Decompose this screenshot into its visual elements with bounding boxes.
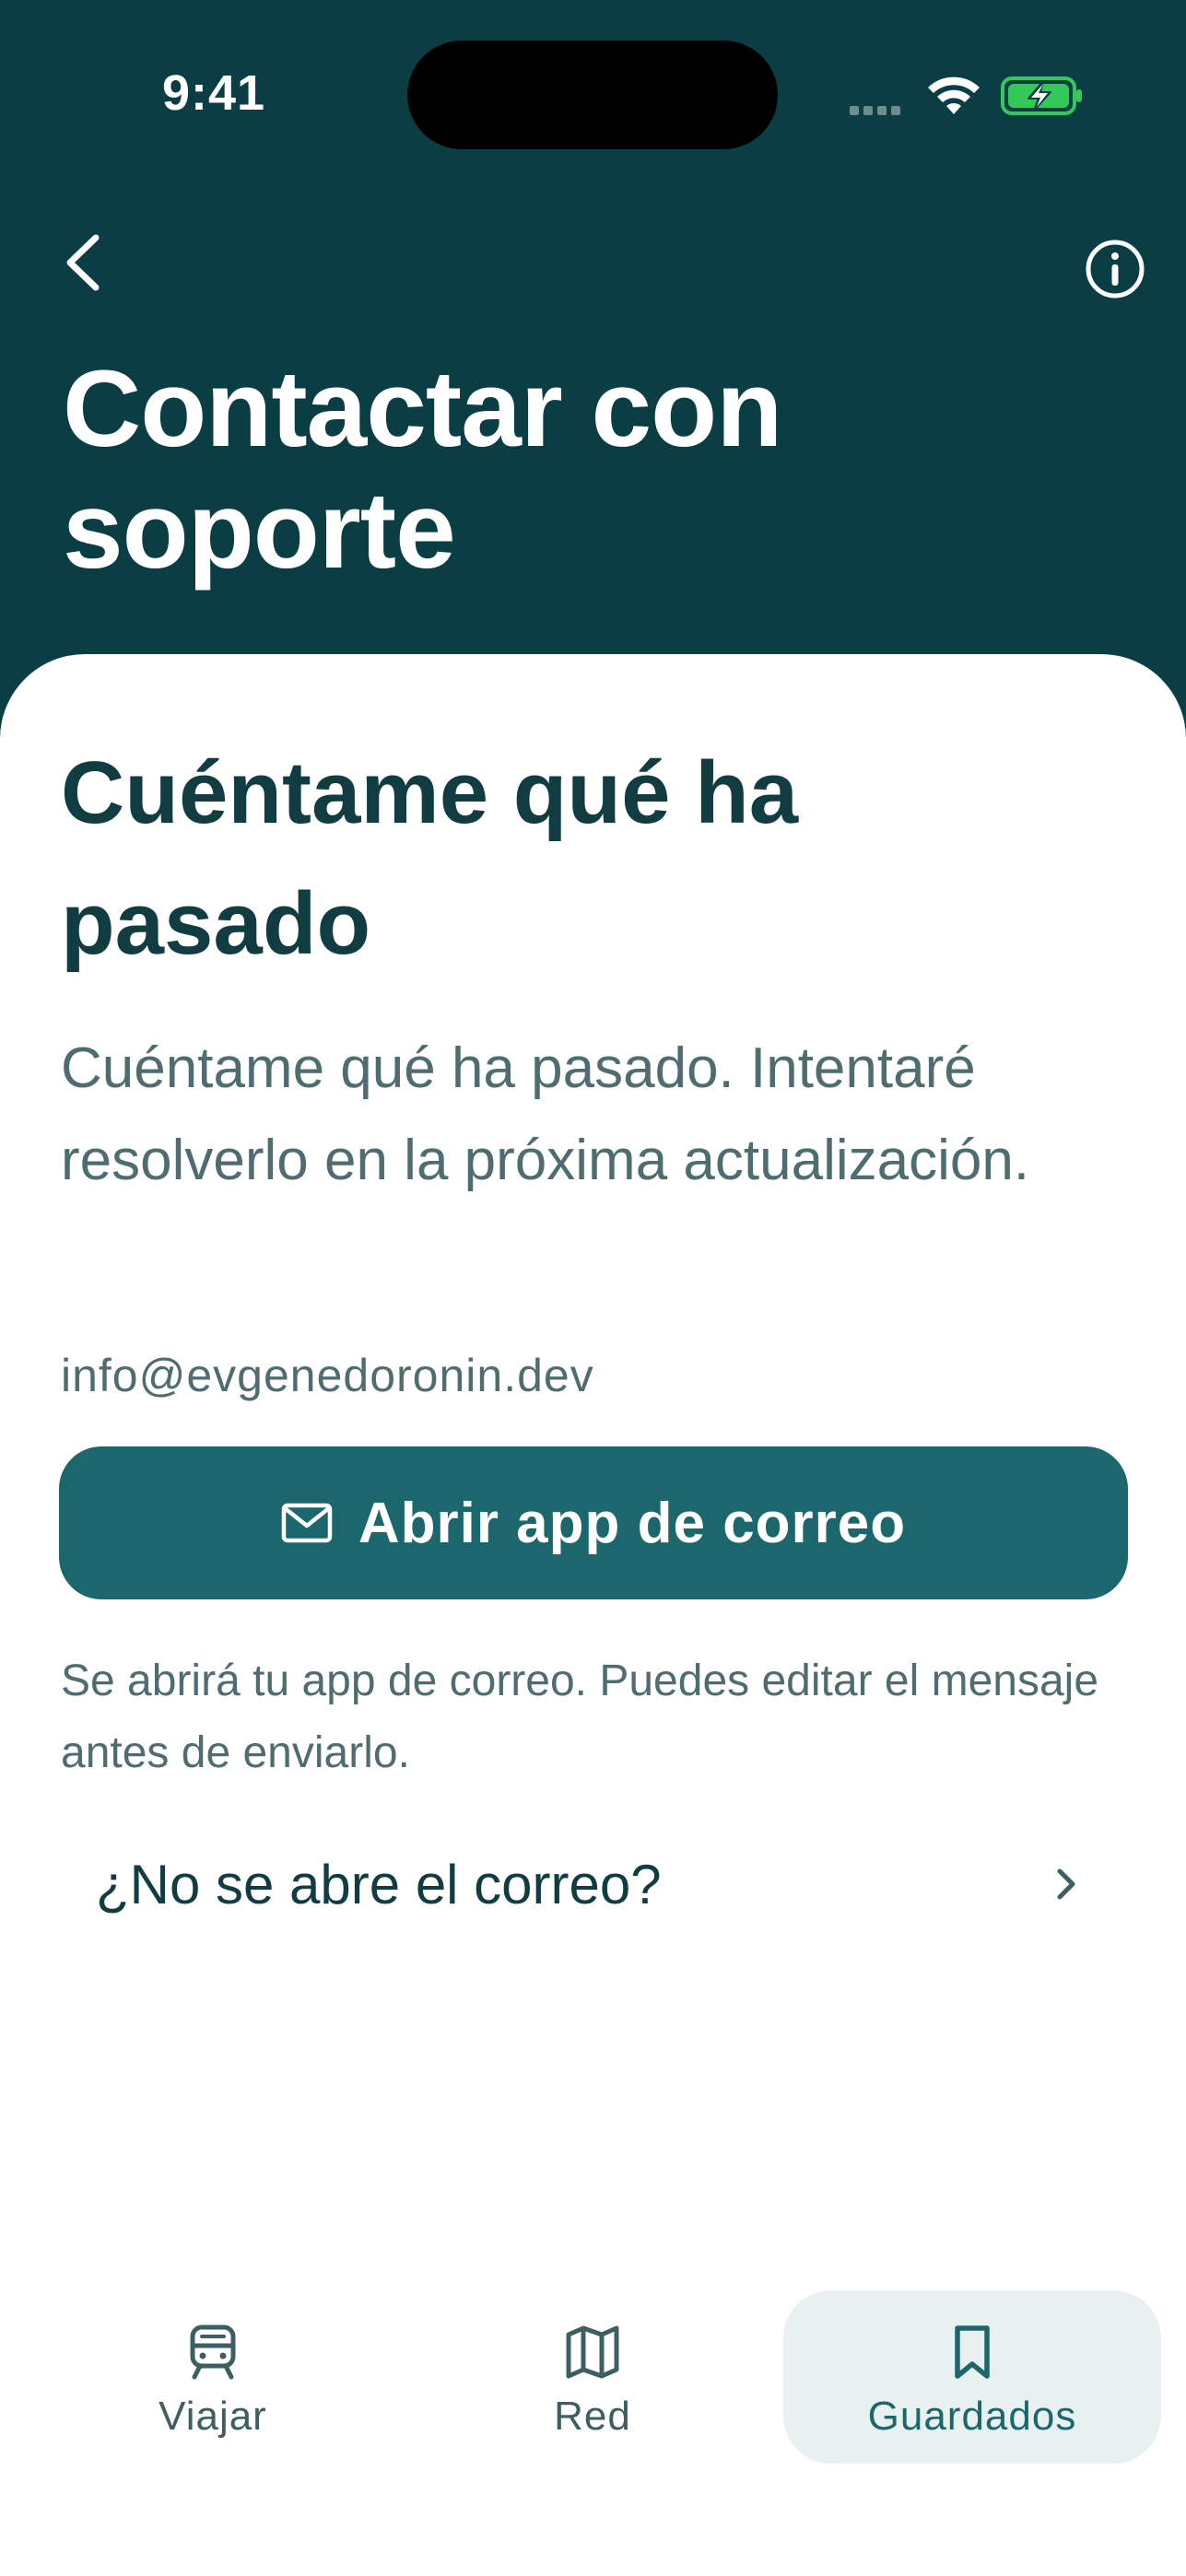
open-mail-app-label: Abrir app de correo	[358, 1491, 907, 1555]
page-title: Contactar con soporte	[63, 348, 782, 591]
chevron-left-icon[interactable]	[59, 230, 109, 295]
card-heading: Cuéntame qué ha pasado	[61, 744, 799, 973]
tab-bar: Viajar Red Guardados	[0, 2276, 1186, 2478]
dynamic-island	[407, 41, 778, 149]
train-icon	[190, 2324, 236, 2380]
tab-viajar[interactable]: Viajar	[24, 2290, 402, 2464]
open-mail-app-button[interactable]: Abrir app de correo	[59, 1446, 1128, 1599]
mail-icon	[281, 1503, 333, 1543]
helper-text: Se abrirá tu app de correo. Puedes edita…	[61, 1657, 1099, 1777]
card-description: Cuéntame qué ha pasado. Intentaré resolv…	[61, 1036, 1030, 1192]
mail-not-opening-label: ¿No se abre el correo?	[96, 1853, 662, 1915]
status-time: 9:41	[162, 65, 266, 121]
chevron-right-icon	[1057, 1868, 1075, 1900]
battery-charging-icon	[1001, 76, 1082, 115]
support-email: info@evgenedoronin.dev	[61, 1350, 594, 1401]
tab-red[interactable]: Red	[404, 2290, 781, 2464]
header: 9:41 Contactar con soporte	[0, 0, 1186, 700]
tab-viajar-label: Viajar	[159, 2394, 267, 2439]
map-icon	[566, 2325, 619, 2379]
tab-red-label: Red	[554, 2394, 631, 2439]
bookmark-icon	[955, 2325, 990, 2379]
wifi-icon	[928, 76, 980, 114]
cellular-signal-icon	[850, 103, 905, 120]
mail-not-opening-link[interactable]: ¿No se abre el correo?	[59, 1833, 1128, 1935]
tab-guardados-label: Guardados	[867, 2394, 1077, 2439]
tab-guardados[interactable]: Guardados	[783, 2290, 1161, 2464]
info-icon[interactable]	[1084, 238, 1146, 300]
